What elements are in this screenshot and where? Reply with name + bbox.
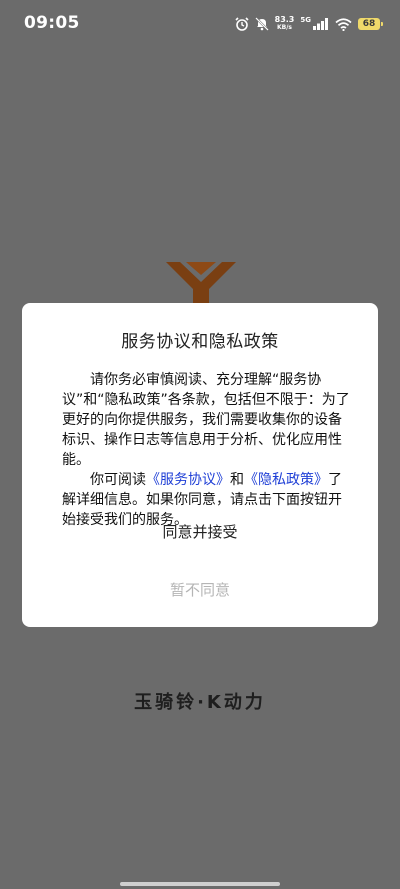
- privacy-policy-link[interactable]: 《隐私政策》: [244, 472, 328, 488]
- dialog-title: 服务协议和隐私政策: [121, 332, 279, 352]
- agreement-paragraph: 请你务必审慎阅读、充分理解“服务协议”和“隐私政策”各条款，包括但不限于：为了更…: [62, 372, 350, 468]
- agree-button[interactable]: 同意并接受: [22, 521, 378, 542]
- links-prefix: 你可阅读: [90, 472, 146, 488]
- disagree-button[interactable]: 暂不同意: [22, 579, 378, 600]
- net-speed-unit: KB/s: [277, 24, 292, 31]
- service-agreement-link[interactable]: 《服务协议》: [146, 472, 230, 488]
- net-speed: 83.3 KB/s: [275, 16, 295, 32]
- dialog-body: 请你务必审慎阅读、充分理解“服务协议”和“隐私政策”各条款，包括但不限于：为了更…: [62, 370, 352, 530]
- mute-icon: [254, 17, 269, 31]
- status-time: 09:05: [24, 13, 80, 33]
- status-icons: 83.3 KB/s 5G 68: [235, 14, 383, 34]
- brand-footer: 玉骑铃·K动力: [134, 692, 266, 713]
- alarm-icon: [235, 17, 249, 31]
- battery-level: 68: [362, 19, 376, 29]
- signal-icon: [313, 18, 329, 30]
- signal-type-label: 5G: [300, 16, 311, 24]
- home-indicator[interactable]: [120, 882, 280, 886]
- agreement-dialog: 服务协议和隐私政策 请你务必审慎阅读、充分理解“服务协议”和“隐私政策”各条款，…: [22, 303, 378, 627]
- and-text: 和: [230, 472, 244, 488]
- net-speed-value: 83.3: [274, 15, 295, 24]
- status-bar: 09:05 83.3 KB/s 5G 68: [0, 0, 400, 48]
- wifi-icon: [335, 17, 352, 31]
- battery-icon: 68: [358, 18, 383, 30]
